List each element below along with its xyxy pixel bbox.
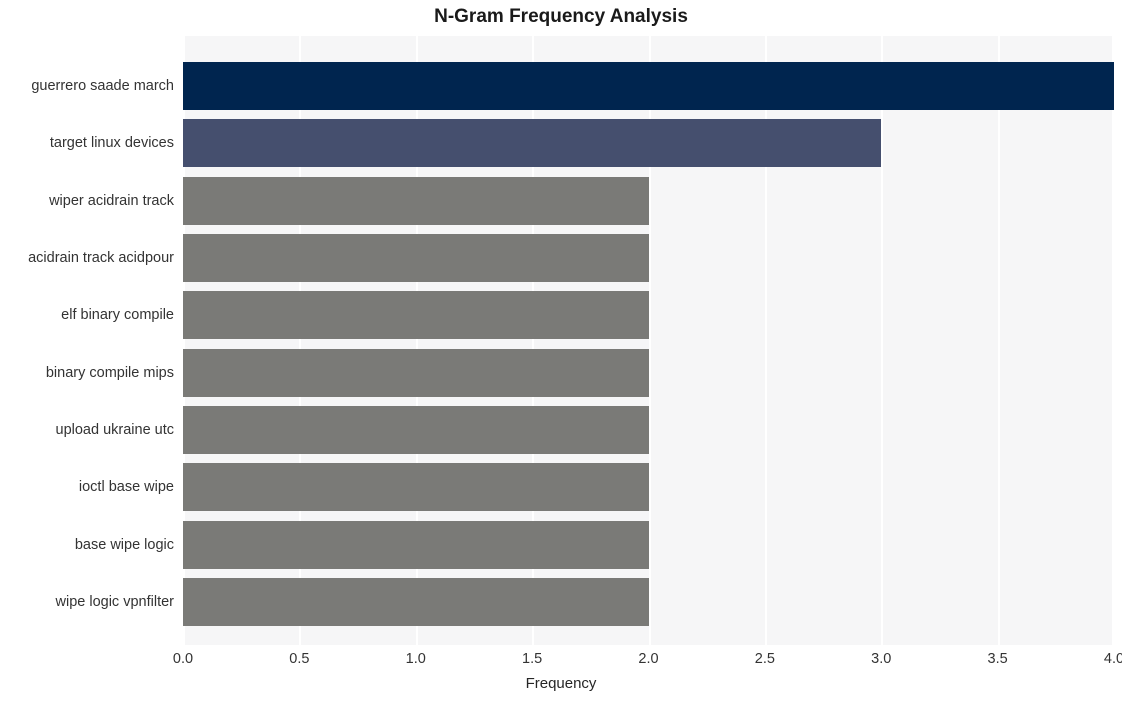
x-axis-tick-label: 2.0 <box>638 651 659 667</box>
chart-figure: N-Gram Frequency Analysis guerrero saade… <box>0 0 1122 701</box>
x-axis-tick-label: 1.5 <box>522 651 543 667</box>
x-axis-tick-label: 0.0 <box>172 651 194 667</box>
x-axis-tick-label: 3.5 <box>987 651 1008 667</box>
x-axis-tick-label: 3.0 <box>871 651 892 667</box>
x-axis-title: Frequency <box>525 675 597 692</box>
x-axis-tick-label: 1.0 <box>405 651 426 667</box>
x-axis-tick-label: 0.5 <box>289 651 310 667</box>
x-axis-tick-label: 4.0 <box>1103 651 1122 667</box>
x-axis-tick-labels: 0.0 0.5 1.0 1.5 2.0 2.5 3.0 3.5 4.0 <box>0 0 1122 701</box>
x-axis-tick-label: 2.5 <box>754 651 775 667</box>
